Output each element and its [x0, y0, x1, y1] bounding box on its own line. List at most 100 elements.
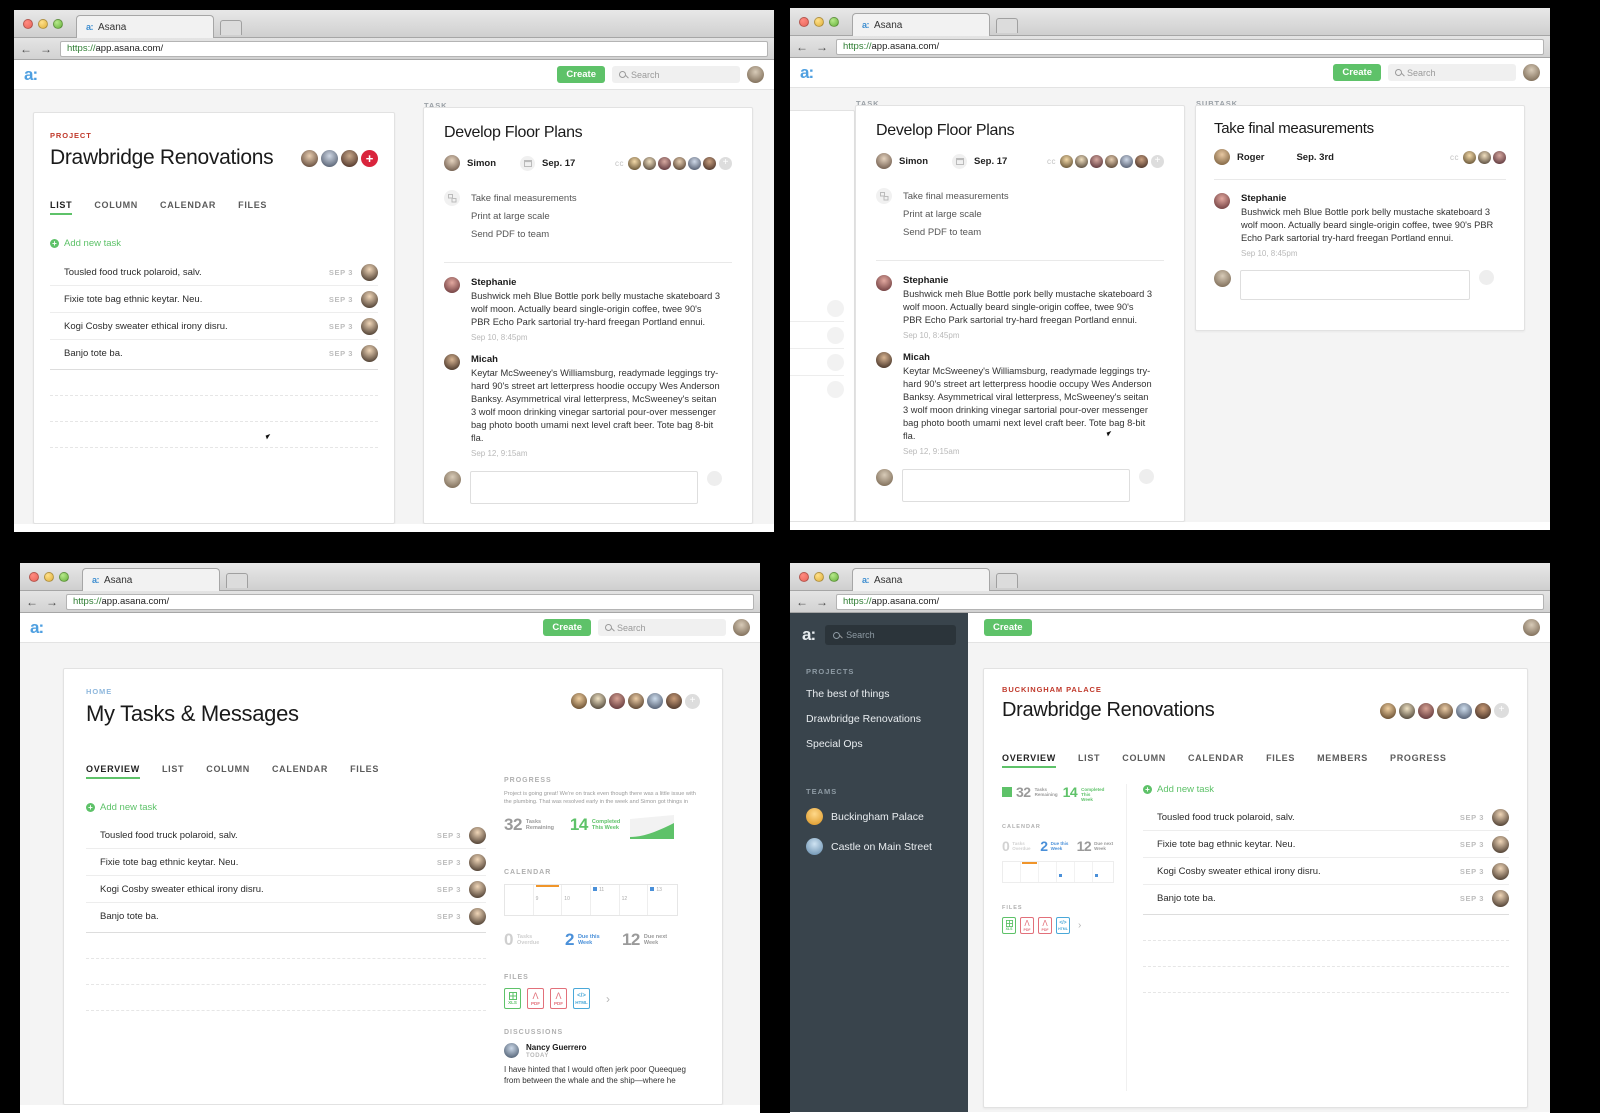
assignee-avatar[interactable] [876, 153, 892, 169]
table-row[interactable]: Tousled food truck polaroid, salv. SEP 3 [86, 822, 486, 849]
browser-window-2[interactable]: a: Asana ← → https://app.asana.com/ a: C… [790, 8, 1550, 530]
cc-list[interactable]: cc [1450, 150, 1506, 164]
window-controls[interactable] [799, 572, 839, 582]
tab-overview[interactable]: OVERVIEW [1002, 753, 1056, 768]
subtask-item[interactable]: Take final measurements [471, 190, 577, 208]
table-row[interactable]: Kogi Cosby sweater ethical irony disru. … [50, 313, 378, 340]
avatar[interactable] [1492, 890, 1509, 907]
avatar[interactable] [301, 149, 318, 167]
empty-row[interactable] [1143, 941, 1509, 967]
avatar[interactable] [1060, 154, 1073, 168]
avatar[interactable] [1380, 702, 1396, 719]
cc-list[interactable]: cc + [1047, 154, 1164, 168]
window-controls[interactable] [799, 17, 839, 27]
browser-tab[interactable]: a: Asana [76, 15, 214, 38]
sidebar-item-project[interactable]: Special Ops [806, 738, 968, 750]
new-tab-button[interactable] [996, 18, 1018, 33]
avatar[interactable] [361, 290, 378, 308]
sidebar-item-project[interactable]: Drawbridge Renovations [806, 713, 968, 725]
avatar[interactable] [827, 326, 844, 344]
avatar[interactable] [1075, 154, 1088, 168]
table-row[interactable]: Fixie tote bag ethnic keytar. Neu. SEP 3 [50, 286, 378, 313]
empty-row[interactable] [86, 959, 486, 985]
browser-tab[interactable]: a: Asana [852, 13, 990, 36]
avatar[interactable] [469, 826, 486, 844]
avatar[interactable] [1120, 154, 1133, 168]
empty-row[interactable] [50, 396, 378, 422]
close-button[interactable] [799, 572, 809, 582]
add-member-button[interactable]: + [1494, 703, 1509, 718]
table-row[interactable]: Tousled food truck polaroid, salv. SEP 3 [50, 259, 378, 286]
avatar[interactable] [1105, 154, 1118, 168]
table-row[interactable] [790, 322, 844, 349]
comment-input[interactable] [470, 471, 698, 504]
avatar[interactable] [673, 156, 686, 170]
add-new-task-button[interactable]: + Add new task [86, 802, 486, 813]
calendar-grid[interactable]: 9 10 11 12 13 [504, 884, 678, 916]
new-tab-button[interactable] [220, 20, 242, 35]
minimize-button[interactable] [814, 572, 824, 582]
calendar-grid[interactable] [1002, 861, 1114, 883]
table-row[interactable]: Kogi Cosby sweater ethical irony disru. … [86, 876, 486, 903]
tab-files[interactable]: FILES [350, 764, 379, 779]
url-input[interactable]: https://app.asana.com/ [836, 38, 1544, 55]
file-pdf[interactable]: Λ PDF [1038, 917, 1052, 934]
empty-row[interactable] [50, 422, 378, 448]
file-html[interactable]: </> HTML [573, 988, 590, 1009]
comment-avatar[interactable] [444, 277, 460, 293]
table-row[interactable]: Fixie tote bag ethnic keytar. Neu. SEP 3 [86, 849, 486, 876]
subtask-item[interactable]: Send PDF to team [903, 224, 1009, 242]
task-due-date[interactable]: Sep. 17 [974, 156, 1007, 167]
avatar[interactable] [1135, 154, 1148, 168]
avatar[interactable] [469, 853, 486, 871]
avatar[interactable] [827, 381, 844, 398]
asana-logo[interactable]: a: [800, 63, 814, 83]
search-input[interactable]: Search [1388, 64, 1516, 81]
new-tab-button[interactable] [226, 573, 248, 588]
avatar[interactable] [1399, 702, 1415, 719]
attach-button[interactable] [707, 471, 722, 486]
create-button[interactable]: Create [557, 65, 605, 84]
back-icon[interactable]: ← [796, 596, 808, 608]
avatar[interactable] [703, 156, 716, 170]
table-row[interactable] [790, 349, 844, 376]
file-list[interactable]: XLS Λ PDF Λ PDF </> HTML › [1002, 917, 1116, 934]
table-row[interactable] [790, 295, 844, 322]
attach-button[interactable] [1479, 270, 1494, 285]
avatar[interactable] [1492, 835, 1509, 853]
browser-window-1[interactable]: a: Asana ← → https://app.asana.com/ a: C… [14, 10, 774, 532]
forward-icon[interactable]: → [40, 43, 52, 55]
close-button[interactable] [799, 17, 809, 27]
new-tab-button[interactable] [996, 573, 1018, 588]
browser-window-4[interactable]: a: Asana ← → https://app.asana.com/ a: S… [790, 563, 1550, 1113]
current-user-avatar[interactable] [876, 469, 893, 486]
avatar[interactable] [1418, 702, 1434, 719]
avatar[interactable] [1456, 702, 1472, 719]
tab-files[interactable]: FILES [1266, 753, 1295, 768]
tab-calendar[interactable]: CALENDAR [160, 200, 216, 215]
tab-progress[interactable]: PROGRESS [1390, 753, 1447, 768]
sidebar-search-input[interactable]: Search [825, 625, 956, 645]
subtask-item[interactable]: Take final measurements [903, 188, 1009, 206]
create-button[interactable]: Create [984, 618, 1032, 637]
tab-overview[interactable]: OVERVIEW [86, 764, 140, 779]
maximize-button[interactable] [53, 19, 63, 29]
maximize-button[interactable] [59, 572, 69, 582]
current-user-avatar[interactable] [1214, 270, 1231, 287]
forward-icon[interactable]: → [816, 596, 828, 608]
forward-icon[interactable]: → [816, 41, 828, 53]
subtask-item[interactable]: Print at large scale [903, 206, 1009, 224]
avatar[interactable] [1492, 862, 1509, 880]
avatar[interactable] [609, 693, 625, 709]
avatar[interactable] [1475, 702, 1491, 719]
tab-list[interactable]: LIST [162, 764, 184, 779]
back-icon[interactable]: ← [796, 41, 808, 53]
comment-avatar[interactable] [876, 275, 892, 291]
browser-window-3[interactable]: a: Asana ← → https://app.asana.com/ a: C… [20, 563, 760, 1113]
subtask-item[interactable]: Print at large scale [471, 208, 577, 226]
minimize-button[interactable] [44, 572, 54, 582]
avatar[interactable] [666, 693, 682, 709]
comment-avatar[interactable] [1214, 193, 1230, 209]
discussion-item[interactable]: Nancy Guerrero TODAY [504, 1043, 700, 1059]
avatar[interactable] [1493, 150, 1506, 164]
